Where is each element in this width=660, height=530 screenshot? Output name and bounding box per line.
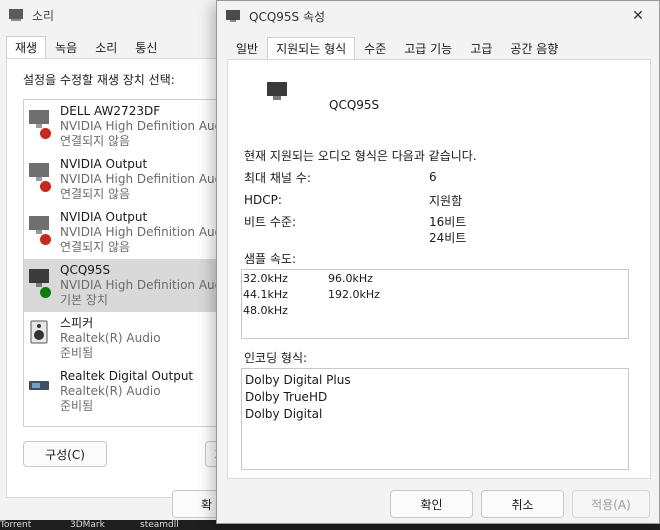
device-driver: NVIDIA High Definition Audio xyxy=(60,225,223,239)
properties-window: QCQ95S 속성 ✕ 일반 지원되는 형식 수준 고급 기능 고급 공간 음향… xyxy=(216,0,660,524)
list-item[interactable]: NVIDIA Output NVIDIA High Definition Aud… xyxy=(24,206,223,259)
list-item[interactable]: DELL AW2723DF NVIDIA High Definition Aud… xyxy=(24,100,223,153)
tab-general[interactable]: 일반 xyxy=(227,37,267,59)
device-driver: Realtek(R) Audio xyxy=(60,331,161,345)
device-list[interactable]: DELL AW2723DF NVIDIA High Definition Aud… xyxy=(23,99,223,427)
bit-depth-label: 비트 수준: xyxy=(244,215,297,229)
max-channels-label: 최대 채널 수: xyxy=(244,171,311,185)
monitor-app-icon xyxy=(226,10,240,22)
max-channels-value: 6 xyxy=(429,170,437,184)
taskbar-item[interactable]: 3DMark xyxy=(70,520,105,530)
device-driver: NVIDIA High Definition Audio xyxy=(60,119,223,133)
tab-levels[interactable]: 수준 xyxy=(355,37,395,59)
sound-window-title: 소리 xyxy=(32,8,55,23)
device-name: Realtek Digital Output xyxy=(60,369,194,383)
tab-enhancements[interactable]: 고급 기능 xyxy=(395,37,461,59)
sample-rate-item: 96.0kHz xyxy=(328,272,373,285)
device-name: 스피커 xyxy=(60,316,94,330)
sample-rate-item: 32.0kHz xyxy=(243,272,288,285)
device-name: NVIDIA Output xyxy=(60,157,148,171)
tab-playback[interactable]: 재생 xyxy=(6,36,47,58)
device-title: QCQ95S xyxy=(329,98,380,112)
hdcp-label: HDCP: xyxy=(244,193,282,207)
hdcp-value: 지원함 xyxy=(429,194,463,208)
sample-rate-item: 44.1kHz xyxy=(243,288,288,301)
sound-window: 소리 재생 녹음 소리 통신 설정을 수정할 재생 장치 선택: DELL AW… xyxy=(0,0,245,530)
device-select-instruction: 설정을 수정할 재생 장치 선택: xyxy=(23,73,175,87)
taskbar-item[interactable]: Torrent xyxy=(0,520,31,530)
list-item[interactable]: Realtek Digital Output Realtek(R) Audio … xyxy=(24,365,223,418)
device-status: 연결되지 않음 xyxy=(60,240,131,254)
tab-sounds[interactable]: 소리 xyxy=(86,36,126,58)
encoding-item: Dolby TrueHD xyxy=(245,390,328,404)
cancel-button[interactable]: 취소 xyxy=(481,490,564,518)
device-driver: NVIDIA High Definition Audio xyxy=(60,278,223,292)
digital-output-icon xyxy=(28,369,52,409)
sample-rate-label: 샘플 속도: xyxy=(244,252,297,266)
encoding-formats-label: 인코딩 형식: xyxy=(244,351,308,365)
tab-supported-formats[interactable]: 지원되는 형식 xyxy=(267,37,356,59)
device-status: 준비됨 xyxy=(60,399,94,413)
disconnected-badge-icon xyxy=(40,234,51,245)
apply-button[interactable]: 적용(A) xyxy=(572,490,650,518)
default-check-icon xyxy=(40,287,51,298)
speaker-app-icon xyxy=(9,9,23,21)
encoding-formats-list[interactable]: Dolby Digital Plus Dolby TrueHD Dolby Di… xyxy=(241,368,629,470)
ok-button[interactable]: 확인 xyxy=(390,490,473,518)
monitor-icon xyxy=(28,157,52,197)
tab-advanced[interactable]: 고급 xyxy=(461,37,501,59)
disconnected-badge-icon xyxy=(40,181,51,192)
device-name: QCQ95S xyxy=(60,263,111,277)
list-item-selected[interactable]: QCQ95S NVIDIA High Definition Audio 기본 장… xyxy=(24,259,223,312)
device-status: 준비됨 xyxy=(60,346,94,360)
sample-rate-item: 192.0kHz xyxy=(328,288,380,301)
device-name: NVIDIA Output xyxy=(60,210,148,224)
device-driver: NVIDIA High Definition Audio xyxy=(60,172,223,186)
tab-recording[interactable]: 녹음 xyxy=(46,36,86,58)
formats-intro-text: 현재 지원되는 오디오 형식은 다음과 같습니다. xyxy=(244,149,477,163)
device-name: DELL AW2723DF xyxy=(60,104,161,118)
monitor-icon xyxy=(267,82,287,100)
device-status: 기본 장치 xyxy=(60,293,108,307)
sound-tabs: 재생 녹음 소리 통신 xyxy=(6,36,166,58)
disconnected-badge-icon xyxy=(40,128,51,139)
device-driver: Realtek(R) Audio xyxy=(60,384,161,398)
supported-formats-panel: QCQ95S 현재 지원되는 오디오 형식은 다음과 같습니다. 최대 채널 수… xyxy=(227,59,651,479)
monitor-icon xyxy=(28,104,52,144)
configure-button[interactable]: 구성(C) xyxy=(23,441,107,467)
taskbar-item[interactable]: steamdll xyxy=(140,520,179,530)
device-status: 연결되지 않음 xyxy=(60,134,131,148)
close-icon[interactable]: ✕ xyxy=(627,5,649,27)
playback-panel: 설정을 수정할 재생 장치 선택: DELL AW2723DF NVIDIA H… xyxy=(6,58,245,498)
sample-rate-item: 48.0kHz xyxy=(243,304,288,317)
list-item[interactable]: 스피커 Realtek(R) Audio 준비됨 xyxy=(24,312,223,365)
encoding-item: Dolby Digital Plus xyxy=(245,373,351,387)
sound-titlebar[interactable]: 소리 xyxy=(0,0,231,30)
properties-window-title: QCQ95S 속성 xyxy=(249,9,326,24)
properties-tabs: 일반 지원되는 형식 수준 고급 기능 고급 공간 음향 xyxy=(227,37,567,59)
monitor-icon xyxy=(28,263,52,303)
speaker-icon xyxy=(28,316,52,356)
tab-spatial-sound[interactable]: 공간 음향 xyxy=(501,37,567,59)
bit-depth-value: 16비트 xyxy=(429,215,467,229)
bit-depth-value: 24비트 xyxy=(429,231,467,245)
properties-titlebar[interactable]: QCQ95S 속성 ✕ xyxy=(217,1,659,31)
tab-communications[interactable]: 통신 xyxy=(126,36,166,58)
sample-rate-list[interactable]: 32.0kHz 44.1kHz 48.0kHz 96.0kHz 192.0kHz xyxy=(241,269,629,339)
list-item[interactable]: NVIDIA Output NVIDIA High Definition Aud… xyxy=(24,153,223,206)
device-status: 연결되지 않음 xyxy=(60,187,131,201)
encoding-item: Dolby Digital xyxy=(245,407,323,421)
monitor-icon xyxy=(28,210,52,250)
